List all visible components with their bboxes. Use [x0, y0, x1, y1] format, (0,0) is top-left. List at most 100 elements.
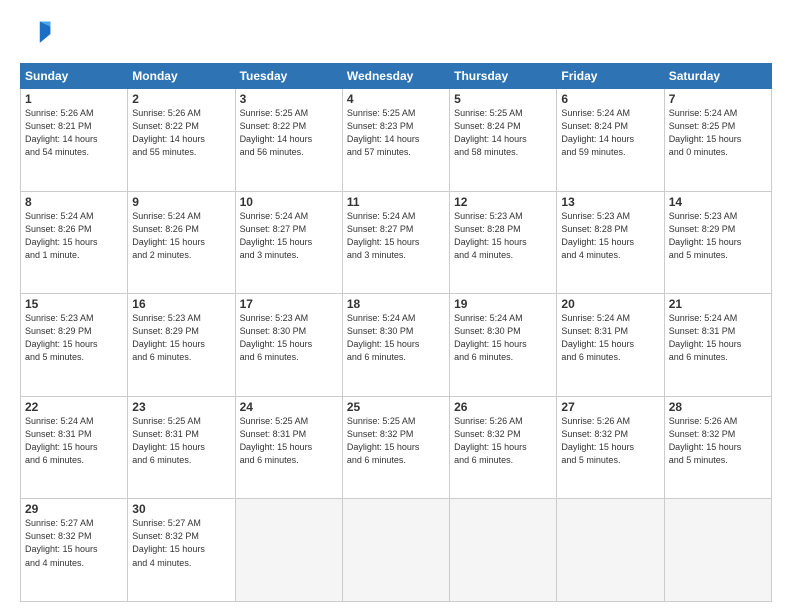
- day-info: Sunrise: 5:25 AMSunset: 8:31 PMDaylight:…: [132, 415, 230, 467]
- day-number: 4: [347, 92, 445, 106]
- header-friday: Friday: [557, 64, 664, 89]
- calendar-cell: 24Sunrise: 5:25 AMSunset: 8:31 PMDayligh…: [235, 396, 342, 499]
- day-number: 28: [669, 400, 767, 414]
- calendar-cell: 26Sunrise: 5:26 AMSunset: 8:32 PMDayligh…: [450, 396, 557, 499]
- day-number: 16: [132, 297, 230, 311]
- calendar-cell: 4Sunrise: 5:25 AMSunset: 8:23 PMDaylight…: [342, 89, 449, 192]
- header-thursday: Thursday: [450, 64, 557, 89]
- day-info: Sunrise: 5:25 AMSunset: 8:24 PMDaylight:…: [454, 107, 552, 159]
- calendar-cell: 11Sunrise: 5:24 AMSunset: 8:27 PMDayligh…: [342, 191, 449, 294]
- day-number: 1: [25, 92, 123, 106]
- day-info: Sunrise: 5:23 AMSunset: 8:28 PMDaylight:…: [561, 210, 659, 262]
- calendar-page: Sunday Monday Tuesday Wednesday Thursday…: [0, 0, 792, 612]
- header-saturday: Saturday: [664, 64, 771, 89]
- calendar-row: 1Sunrise: 5:26 AMSunset: 8:21 PMDaylight…: [21, 89, 772, 192]
- calendar-cell: 22Sunrise: 5:24 AMSunset: 8:31 PMDayligh…: [21, 396, 128, 499]
- calendar-cell: 3Sunrise: 5:25 AMSunset: 8:22 PMDaylight…: [235, 89, 342, 192]
- calendar-cell: [664, 499, 771, 602]
- day-number: 21: [669, 297, 767, 311]
- calendar-cell: [450, 499, 557, 602]
- calendar-cell: 8Sunrise: 5:24 AMSunset: 8:26 PMDaylight…: [21, 191, 128, 294]
- day-number: 12: [454, 195, 552, 209]
- calendar-cell: 23Sunrise: 5:25 AMSunset: 8:31 PMDayligh…: [128, 396, 235, 499]
- day-number: 15: [25, 297, 123, 311]
- day-info: Sunrise: 5:26 AMSunset: 8:32 PMDaylight:…: [561, 415, 659, 467]
- calendar-cell: 7Sunrise: 5:24 AMSunset: 8:25 PMDaylight…: [664, 89, 771, 192]
- day-info: Sunrise: 5:24 AMSunset: 8:30 PMDaylight:…: [454, 312, 552, 364]
- calendar-cell: 12Sunrise: 5:23 AMSunset: 8:28 PMDayligh…: [450, 191, 557, 294]
- calendar-cell: 5Sunrise: 5:25 AMSunset: 8:24 PMDaylight…: [450, 89, 557, 192]
- header-monday: Monday: [128, 64, 235, 89]
- day-info: Sunrise: 5:23 AMSunset: 8:30 PMDaylight:…: [240, 312, 338, 364]
- calendar-cell: [342, 499, 449, 602]
- day-info: Sunrise: 5:26 AMSunset: 8:21 PMDaylight:…: [25, 107, 123, 159]
- calendar-cell: 6Sunrise: 5:24 AMSunset: 8:24 PMDaylight…: [557, 89, 664, 192]
- day-info: Sunrise: 5:26 AMSunset: 8:32 PMDaylight:…: [669, 415, 767, 467]
- day-info: Sunrise: 5:24 AMSunset: 8:26 PMDaylight:…: [25, 210, 123, 262]
- day-info: Sunrise: 5:23 AMSunset: 8:29 PMDaylight:…: [132, 312, 230, 364]
- calendar-cell: 21Sunrise: 5:24 AMSunset: 8:31 PMDayligh…: [664, 294, 771, 397]
- day-info: Sunrise: 5:24 AMSunset: 8:27 PMDaylight:…: [347, 210, 445, 262]
- day-number: 20: [561, 297, 659, 311]
- logo: [20, 18, 54, 55]
- day-number: 7: [669, 92, 767, 106]
- day-number: 24: [240, 400, 338, 414]
- day-number: 14: [669, 195, 767, 209]
- day-info: Sunrise: 5:24 AMSunset: 8:27 PMDaylight:…: [240, 210, 338, 262]
- calendar-cell: 1Sunrise: 5:26 AMSunset: 8:21 PMDaylight…: [21, 89, 128, 192]
- calendar-row: 8Sunrise: 5:24 AMSunset: 8:26 PMDaylight…: [21, 191, 772, 294]
- calendar-cell: 18Sunrise: 5:24 AMSunset: 8:30 PMDayligh…: [342, 294, 449, 397]
- day-info: Sunrise: 5:25 AMSunset: 8:23 PMDaylight:…: [347, 107, 445, 159]
- day-number: 25: [347, 400, 445, 414]
- header-sunday: Sunday: [21, 64, 128, 89]
- day-number: 3: [240, 92, 338, 106]
- day-info: Sunrise: 5:26 AMSunset: 8:32 PMDaylight:…: [454, 415, 552, 467]
- calendar-cell: 13Sunrise: 5:23 AMSunset: 8:28 PMDayligh…: [557, 191, 664, 294]
- day-info: Sunrise: 5:25 AMSunset: 8:32 PMDaylight:…: [347, 415, 445, 467]
- calendar-cell: [235, 499, 342, 602]
- calendar-cell: 19Sunrise: 5:24 AMSunset: 8:30 PMDayligh…: [450, 294, 557, 397]
- day-info: Sunrise: 5:24 AMSunset: 8:31 PMDaylight:…: [561, 312, 659, 364]
- calendar-row: 29Sunrise: 5:27 AMSunset: 8:32 PMDayligh…: [21, 499, 772, 602]
- day-info: Sunrise: 5:23 AMSunset: 8:28 PMDaylight:…: [454, 210, 552, 262]
- day-info: Sunrise: 5:23 AMSunset: 8:29 PMDaylight:…: [669, 210, 767, 262]
- day-number: 22: [25, 400, 123, 414]
- day-number: 27: [561, 400, 659, 414]
- calendar-cell: 25Sunrise: 5:25 AMSunset: 8:32 PMDayligh…: [342, 396, 449, 499]
- day-number: 19: [454, 297, 552, 311]
- day-info: Sunrise: 5:25 AMSunset: 8:22 PMDaylight:…: [240, 107, 338, 159]
- calendar-cell: 30Sunrise: 5:27 AMSunset: 8:32 PMDayligh…: [128, 499, 235, 602]
- day-number: 23: [132, 400, 230, 414]
- calendar-cell: [557, 499, 664, 602]
- day-info: Sunrise: 5:24 AMSunset: 8:31 PMDaylight:…: [669, 312, 767, 364]
- weekday-header-row: Sunday Monday Tuesday Wednesday Thursday…: [21, 64, 772, 89]
- calendar-cell: 9Sunrise: 5:24 AMSunset: 8:26 PMDaylight…: [128, 191, 235, 294]
- day-number: 6: [561, 92, 659, 106]
- day-number: 9: [132, 195, 230, 209]
- day-info: Sunrise: 5:26 AMSunset: 8:22 PMDaylight:…: [132, 107, 230, 159]
- day-info: Sunrise: 5:24 AMSunset: 8:24 PMDaylight:…: [561, 107, 659, 159]
- header: [20, 18, 772, 55]
- day-info: Sunrise: 5:25 AMSunset: 8:31 PMDaylight:…: [240, 415, 338, 467]
- day-number: 10: [240, 195, 338, 209]
- calendar-row: 22Sunrise: 5:24 AMSunset: 8:31 PMDayligh…: [21, 396, 772, 499]
- day-number: 13: [561, 195, 659, 209]
- day-number: 18: [347, 297, 445, 311]
- calendar-cell: 17Sunrise: 5:23 AMSunset: 8:30 PMDayligh…: [235, 294, 342, 397]
- header-wednesday: Wednesday: [342, 64, 449, 89]
- calendar-cell: 15Sunrise: 5:23 AMSunset: 8:29 PMDayligh…: [21, 294, 128, 397]
- day-number: 2: [132, 92, 230, 106]
- calendar-cell: 16Sunrise: 5:23 AMSunset: 8:29 PMDayligh…: [128, 294, 235, 397]
- calendar-cell: 14Sunrise: 5:23 AMSunset: 8:29 PMDayligh…: [664, 191, 771, 294]
- day-number: 8: [25, 195, 123, 209]
- header-tuesday: Tuesday: [235, 64, 342, 89]
- calendar-cell: 20Sunrise: 5:24 AMSunset: 8:31 PMDayligh…: [557, 294, 664, 397]
- calendar-cell: 27Sunrise: 5:26 AMSunset: 8:32 PMDayligh…: [557, 396, 664, 499]
- day-number: 26: [454, 400, 552, 414]
- day-number: 5: [454, 92, 552, 106]
- day-info: Sunrise: 5:24 AMSunset: 8:31 PMDaylight:…: [25, 415, 123, 467]
- day-info: Sunrise: 5:24 AMSunset: 8:25 PMDaylight:…: [669, 107, 767, 159]
- calendar-cell: 29Sunrise: 5:27 AMSunset: 8:32 PMDayligh…: [21, 499, 128, 602]
- day-number: 17: [240, 297, 338, 311]
- day-info: Sunrise: 5:24 AMSunset: 8:26 PMDaylight:…: [132, 210, 230, 262]
